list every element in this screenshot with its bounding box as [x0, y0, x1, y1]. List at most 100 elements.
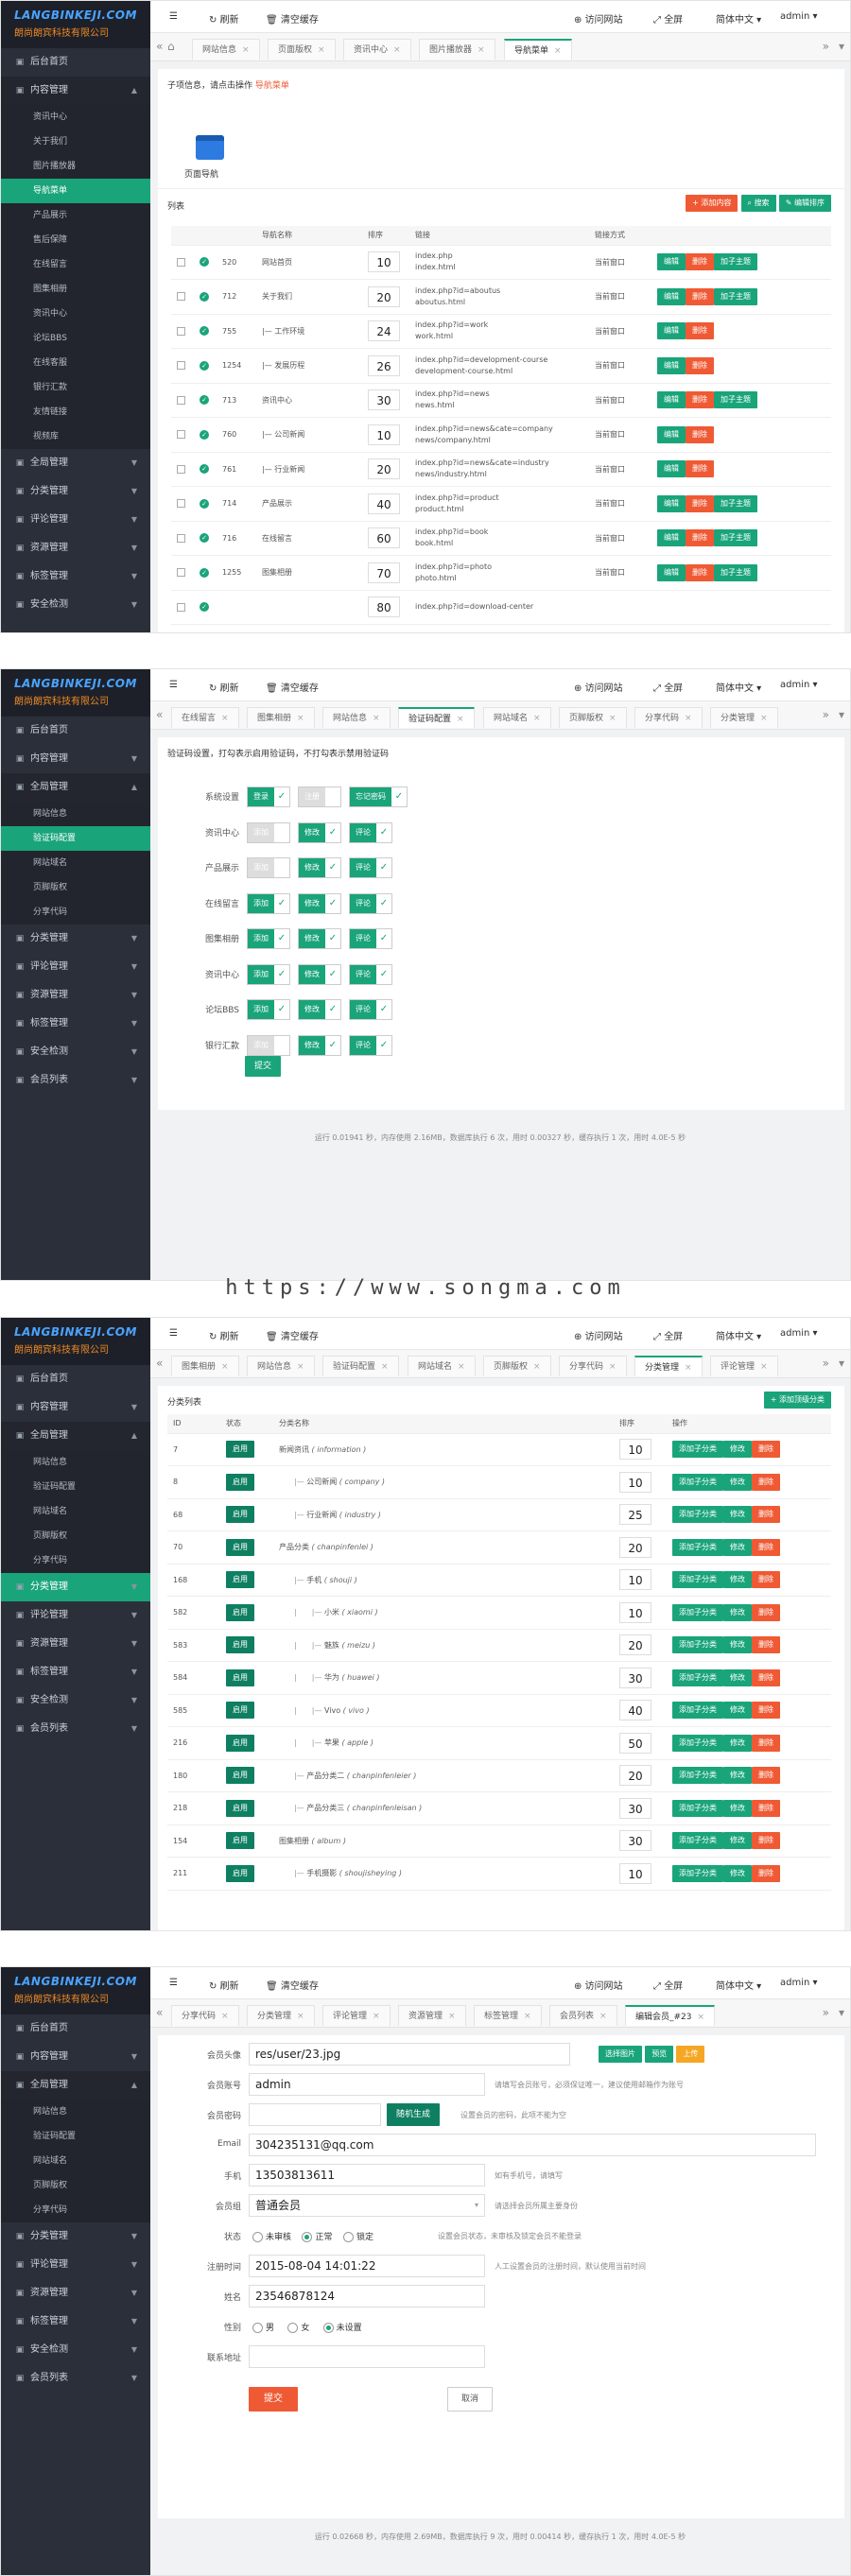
language-select[interactable]: 简体中文 ▾ — [716, 1328, 761, 1342]
delete-button[interactable]: 删除 — [686, 391, 714, 409]
sidebar-item[interactable]: ▣ 分类管理 ▼ — [1, 477, 150, 506]
sidebar-item[interactable]: ▣ 标签管理 ▼ — [1, 1010, 150, 1038]
sidebar-subitem[interactable]: 友情链接 — [1, 400, 150, 424]
tab-item[interactable]: 页脚版权 × — [559, 707, 627, 728]
dropdown-icon[interactable]: ▾ — [839, 1357, 844, 1370]
tab-item[interactable]: 编辑会员_#23 × — [625, 2005, 716, 2026]
row-checkbox[interactable] — [177, 292, 185, 302]
group-select[interactable]: 普通会员 ▾ — [249, 2194, 485, 2217]
row-checkbox[interactable] — [177, 602, 185, 612]
sort-input[interactable]: 20 — [619, 1536, 651, 1558]
gender-radio-unset[interactable]: 未设置 — [322, 2323, 362, 2333]
regtime-input[interactable]: 2015-08-04 14:01:22 — [249, 2255, 485, 2277]
add-subcategory-button[interactable]: 添加子分类 — [672, 1441, 723, 1459]
address-input[interactable] — [249, 2345, 485, 2368]
fullscreen-button[interactable]: ⤢ 全屏 — [653, 1328, 683, 1342]
sidebar-subitem[interactable]: 视频库 — [1, 424, 150, 449]
avatar-input[interactable]: res/user/23.jpg — [249, 2043, 570, 2066]
tab-item[interactable]: 网站信息 × — [192, 39, 260, 60]
submit-button[interactable]: 提交 — [249, 2387, 298, 2412]
visit-site-button[interactable]: ⊕ 访问网站 — [574, 680, 623, 694]
delete-button[interactable]: 删除 — [686, 529, 714, 547]
sidebar-subitem[interactable]: 网站域名 — [1, 2149, 150, 2173]
delete-button[interactable]: 删除 — [752, 1734, 780, 1752]
captcha-toggle[interactable]: 添加 ✓ — [247, 857, 290, 878]
status-badge[interactable]: 启用 — [226, 1864, 254, 1882]
add-subcategory-button[interactable]: 添加子分类 — [672, 1799, 723, 1817]
sidebar-item[interactable]: ▣ 分类管理 ▼ — [1, 925, 150, 953]
close-icon[interactable]: × — [609, 1362, 617, 1372]
captcha-toggle[interactable]: 评论 ✓ — [349, 1034, 392, 1056]
add-top-category-button[interactable]: + 添加顶级分类 — [763, 1392, 831, 1409]
state-radio-locked[interactable]: 锁定 — [342, 2232, 373, 2242]
sidebar-item[interactable]: ▣ 会员列表 ▼ — [1, 1715, 150, 1743]
menu-toggle-icon[interactable]: ☰ — [169, 1328, 178, 1339]
edit-button[interactable]: 修改 — [723, 1473, 752, 1491]
sort-input[interactable]: 70 — [368, 562, 400, 583]
sidebar-subitem[interactable]: 在线客服 — [1, 351, 150, 375]
edit-button[interactable]: 修改 — [723, 1506, 752, 1524]
close-icon[interactable]: × — [685, 714, 692, 723]
sidebar-subitem[interactable]: 验证码配置 — [1, 826, 150, 851]
delete-button[interactable]: 删除 — [686, 287, 714, 305]
sort-input[interactable]: 26 — [368, 354, 400, 376]
sort-input[interactable]: 10 — [619, 1471, 651, 1493]
edit-button[interactable]: 编辑 — [657, 529, 686, 547]
sidebar-subitem[interactable]: 页脚版权 — [1, 875, 150, 900]
sort-input[interactable]: 20 — [619, 1765, 651, 1787]
captcha-toggle[interactable]: 登录 ✓ — [247, 787, 290, 807]
add-child-button[interactable]: 加子主题 — [714, 253, 757, 271]
close-icon[interactable]: × — [297, 2012, 304, 2021]
captcha-toggle[interactable]: 评论 ✓ — [349, 928, 392, 949]
add-content-button[interactable]: + 添加内容 — [686, 195, 738, 212]
status-badge[interactable]: 启用 — [226, 1702, 254, 1720]
add-subcategory-button[interactable]: 添加子分类 — [672, 1603, 723, 1621]
sidebar-subitem[interactable]: 在线留言 — [1, 252, 150, 277]
sort-input[interactable]: 50 — [619, 1732, 651, 1754]
row-checkbox[interactable] — [177, 257, 185, 267]
sidebar-subitem[interactable]: 资讯中心 — [1, 302, 150, 326]
refresh-button[interactable]: ↻ 刷新 — [209, 1328, 239, 1342]
status-badge[interactable]: 启用 — [226, 1832, 254, 1850]
status-badge[interactable]: 启用 — [226, 1473, 254, 1491]
captcha-toggle[interactable]: 评论 ✓ — [349, 963, 392, 985]
sidebar-item[interactable]: ▣ 内容管理 ▼ — [1, 2043, 150, 2071]
captcha-toggle[interactable]: 添加 ✓ — [247, 1034, 290, 1056]
delete-button[interactable]: 删除 — [752, 1538, 780, 1556]
add-child-button[interactable]: 加子主题 — [714, 494, 757, 512]
tab-item[interactable]: 导航菜单 × — [504, 39, 572, 60]
tab-item[interactable]: 分享代码 × — [171, 2005, 239, 2026]
email-input[interactable]: 304235131@qq.com — [249, 2134, 816, 2156]
edit-sort-button[interactable]: ✎ 编辑排序 — [778, 195, 831, 212]
sidebar-item[interactable]: ▣ 后台首页 — [1, 1365, 150, 1393]
add-child-button[interactable]: 加子主题 — [714, 391, 757, 409]
row-checkbox[interactable] — [177, 568, 185, 578]
visit-site-button[interactable]: ⊕ 访问网站 — [574, 11, 623, 26]
sort-input[interactable]: 20 — [619, 1634, 651, 1656]
tab-item[interactable]: 页脚版权 × — [483, 1356, 551, 1376]
sidebar-item[interactable]: ▣ 分类管理 ▼ — [1, 1573, 150, 1601]
edit-button[interactable]: 修改 — [723, 1832, 752, 1850]
status-badge[interactable]: 启用 — [226, 1506, 254, 1524]
add-subcategory-button[interactable]: 添加子分类 — [672, 1506, 723, 1524]
sort-input[interactable]: 30 — [368, 389, 400, 411]
sidebar-item[interactable]: ▣ 后台首页 — [1, 717, 150, 745]
nav-left-icon[interactable]: « — [156, 2006, 163, 2019]
close-icon[interactable]: × — [457, 715, 464, 724]
status-badge[interactable]: 启用 — [226, 1603, 254, 1621]
status-badge[interactable]: 启用 — [226, 1734, 254, 1752]
close-icon[interactable]: × — [221, 2012, 229, 2021]
sidebar-item[interactable]: ▣ 评论管理 ▼ — [1, 506, 150, 534]
sidebar-subitem[interactable]: 论坛BBS — [1, 326, 150, 351]
delete-button[interactable]: 删除 — [752, 1571, 780, 1589]
clear-cache-button[interactable]: 🗑 清空缓存 — [266, 680, 319, 694]
captcha-toggle[interactable]: 修改 ✓ — [298, 928, 341, 949]
gender-radio-male[interactable]: 男 — [252, 2323, 274, 2333]
row-checkbox[interactable] — [177, 499, 185, 509]
tab-item[interactable]: 分享代码 × — [559, 1356, 627, 1376]
visit-site-button[interactable]: ⊕ 访问网站 — [574, 1328, 623, 1342]
sidebar-item[interactable]: ▣ 标签管理 ▼ — [1, 2308, 150, 2336]
sort-input[interactable]: 10 — [619, 1439, 651, 1461]
tab-item[interactable]: 评论管理 × — [322, 2005, 391, 2026]
sort-input[interactable]: 20 — [368, 458, 400, 480]
